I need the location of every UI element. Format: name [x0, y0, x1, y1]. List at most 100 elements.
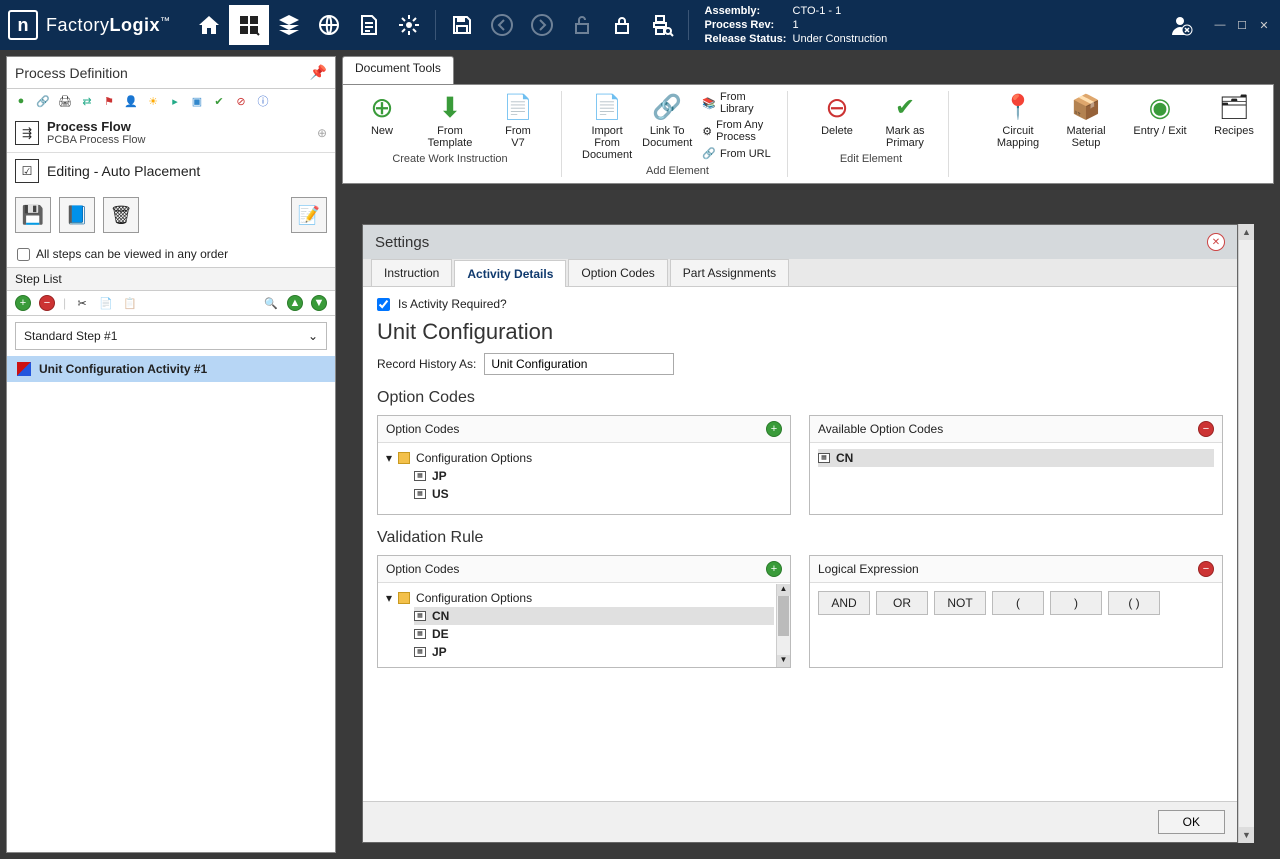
home-icon[interactable]: [189, 5, 229, 45]
code-node-us[interactable]: ▦US: [414, 485, 782, 503]
validation-scrollbar[interactable]: ▲ ▼: [776, 584, 790, 667]
link-to-doc-button[interactable]: 🔗Link To Document: [642, 91, 692, 149]
step-add-icon[interactable]: +: [15, 295, 31, 311]
step-dropdown[interactable]: Standard Step #1 ⌄: [15, 322, 327, 350]
tab-instruction[interactable]: Instruction: [371, 259, 452, 286]
user-small-icon[interactable]: 👤: [123, 93, 139, 109]
from-library-button[interactable]: 📚From Library: [702, 91, 773, 115]
step-remove-icon[interactable]: −: [39, 295, 55, 311]
add-option-code-icon[interactable]: +: [766, 421, 782, 437]
forward-icon[interactable]: [522, 5, 562, 45]
dialog-scrollbar[interactable]: ▲ ▼: [1238, 224, 1254, 843]
branch-icon[interactable]: ⇄: [79, 93, 95, 109]
ribbon-group1-label: Create Work Instruction: [392, 153, 507, 165]
filter-icon[interactable]: ▸: [167, 93, 183, 109]
minimize-button[interactable]: —: [1212, 17, 1228, 33]
user-icon[interactable]: [1162, 5, 1202, 45]
step-list-toolbar: + − | ✂ 📄 📋 🔍 ▲ ▼: [7, 291, 335, 316]
cut-icon[interactable]: ✂: [74, 295, 90, 311]
validation-config-node[interactable]: ▾Configuration Options: [386, 589, 774, 607]
expand-flow-icon[interactable]: ⊕: [317, 126, 327, 140]
close-button[interactable]: ✕: [1256, 17, 1272, 33]
expr-or-button[interactable]: OR: [876, 591, 928, 615]
gear-icon[interactable]: [389, 5, 429, 45]
from-template-button[interactable]: ⬇From Template: [421, 91, 479, 149]
expr-close-paren-button[interactable]: ): [1050, 591, 1102, 615]
record-history-input[interactable]: [484, 353, 674, 375]
folder-icon: [398, 452, 410, 464]
expr-parens-button[interactable]: ( ): [1108, 591, 1160, 615]
all-steps-row[interactable]: All steps can be viewed in any order: [7, 241, 335, 267]
save-icon[interactable]: [442, 5, 482, 45]
ribbon-group-create: ⊕New ⬇From Template 📄From V7 Create Work…: [353, 91, 562, 177]
save-disk-button[interactable]: 💾: [15, 197, 51, 233]
step-down-icon[interactable]: ▼: [311, 295, 327, 311]
entry-exit-button[interactable]: ◉Entry / Exit: [1125, 91, 1195, 137]
editing-row: ☑ Editing - Auto Placement: [7, 152, 335, 189]
validation-code-cn[interactable]: ▦CN: [414, 607, 774, 625]
option-codes-box: Option Codes+ ▾Configuration Options ▦JP…: [377, 415, 791, 515]
code-node-jp[interactable]: ▦JP: [414, 467, 782, 485]
tab-activity-details[interactable]: Activity Details: [454, 260, 566, 287]
archive-button[interactable]: 🗑: [103, 197, 139, 233]
grid-icon[interactable]: [229, 5, 269, 45]
remove-expression-icon[interactable]: −: [1198, 561, 1214, 577]
mark-primary-button[interactable]: ✔Mark as Primary: [876, 91, 934, 149]
save-alt-button[interactable]: 📘: [59, 197, 95, 233]
copy-icon[interactable]: 📄: [98, 295, 114, 311]
sun-icon[interactable]: ☀: [145, 93, 161, 109]
flag-icon[interactable]: ⚑: [101, 93, 117, 109]
search-step-icon[interactable]: 🔍: [263, 295, 279, 311]
material-setup-button[interactable]: 📦Material Setup: [1057, 91, 1115, 149]
step-up-icon[interactable]: ▲: [287, 295, 303, 311]
expr-not-button[interactable]: NOT: [934, 591, 986, 615]
layers-icon[interactable]: ▣: [189, 93, 205, 109]
activity-required-checkbox[interactable]: [377, 298, 390, 311]
import-from-doc-button[interactable]: 📄Import From Document: [582, 91, 632, 161]
unlock-icon[interactable]: [562, 5, 602, 45]
tab-document-tools[interactable]: Document Tools: [342, 56, 454, 84]
from-url-button[interactable]: 🔗From URL: [702, 147, 773, 160]
delete-button[interactable]: ⊖Delete: [808, 91, 866, 137]
recipes-button[interactable]: 🗂Recipes: [1205, 91, 1263, 137]
edit-note-button[interactable]: 📝: [291, 197, 327, 233]
available-code-cn[interactable]: ▦CN: [818, 449, 1214, 467]
link-icon[interactable]: 🔗: [35, 93, 51, 109]
maximize-button[interactable]: ☐: [1234, 17, 1250, 33]
app-logo-icon: n: [8, 10, 38, 40]
print-icon[interactable]: 🖨: [57, 93, 73, 109]
expr-open-paren-button[interactable]: (: [992, 591, 1044, 615]
globe-icon[interactable]: [309, 5, 349, 45]
lock-icon[interactable]: [602, 5, 642, 45]
brand-name: FactoryLogix™: [46, 15, 171, 36]
tab-option-codes[interactable]: Option Codes: [568, 259, 667, 286]
add-validation-code-icon[interactable]: +: [766, 561, 782, 577]
validation-code-de[interactable]: ▦DE: [414, 625, 774, 643]
tab-part-assignments[interactable]: Part Assignments: [670, 259, 789, 286]
cancel-icon[interactable]: ⊘: [233, 93, 249, 109]
remove-option-code-icon[interactable]: −: [1198, 421, 1214, 437]
all-steps-checkbox[interactable]: [17, 248, 30, 261]
expr-and-button[interactable]: AND: [818, 591, 870, 615]
config-options-node[interactable]: ▾Configuration Options: [386, 449, 782, 467]
paste-icon[interactable]: 📋: [122, 295, 138, 311]
ok-button[interactable]: OK: [1158, 810, 1225, 834]
flow-icon: ⇶: [15, 121, 39, 145]
url-icon: 🔗: [702, 147, 716, 160]
circuit-mapping-button[interactable]: 📍Circuit Mapping: [989, 91, 1047, 149]
back-icon[interactable]: [482, 5, 522, 45]
bom-search-icon[interactable]: [642, 5, 682, 45]
settings-close-icon[interactable]: ✕: [1207, 233, 1225, 251]
stack-icon[interactable]: [269, 5, 309, 45]
process-flow-row[interactable]: ⇶ Process Flow PCBA Process Flow ⊕: [7, 113, 335, 152]
from-v7-button[interactable]: 📄From V7: [489, 91, 547, 149]
validation-code-jp[interactable]: ▦JP: [414, 643, 774, 661]
new-button[interactable]: ⊕New: [353, 91, 411, 137]
info-icon[interactable]: ⓘ: [255, 93, 271, 109]
document-icon[interactable]: [349, 5, 389, 45]
add-icon[interactable]: ●: [13, 93, 29, 109]
step-item-selected[interactable]: Unit Configuration Activity #1: [7, 356, 335, 382]
check-icon[interactable]: ✔: [211, 93, 227, 109]
from-any-process-button[interactable]: ⚙From Any Process: [702, 119, 773, 143]
pin-icon[interactable]: 📌: [310, 64, 327, 81]
